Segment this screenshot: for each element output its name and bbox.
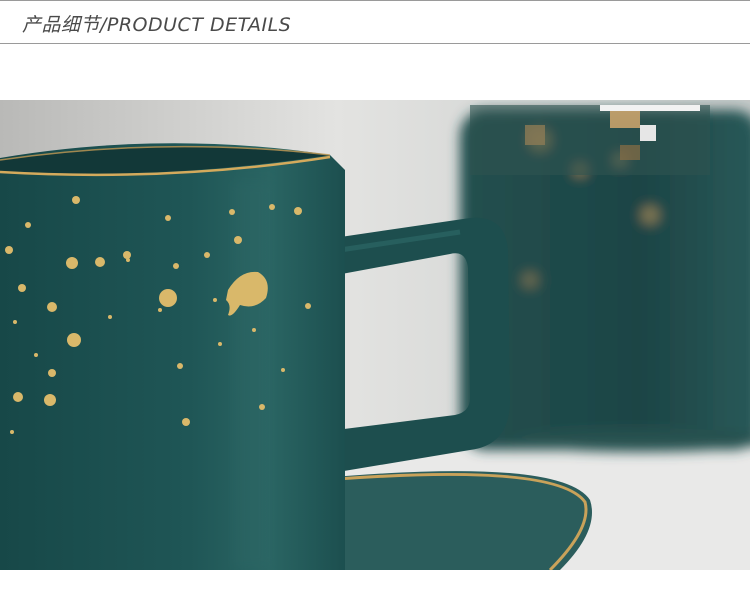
- mug-body: [0, 143, 345, 570]
- product-photo: [0, 100, 750, 570]
- mug-photo-illustration: [0, 100, 750, 570]
- section-title: 产品细节/PRODUCT DETAILS: [22, 14, 292, 36]
- footer-strip: [0, 570, 750, 596]
- section-header: 产品细节/PRODUCT DETAILS: [0, 0, 750, 44]
- pixelated-region: [470, 105, 710, 175]
